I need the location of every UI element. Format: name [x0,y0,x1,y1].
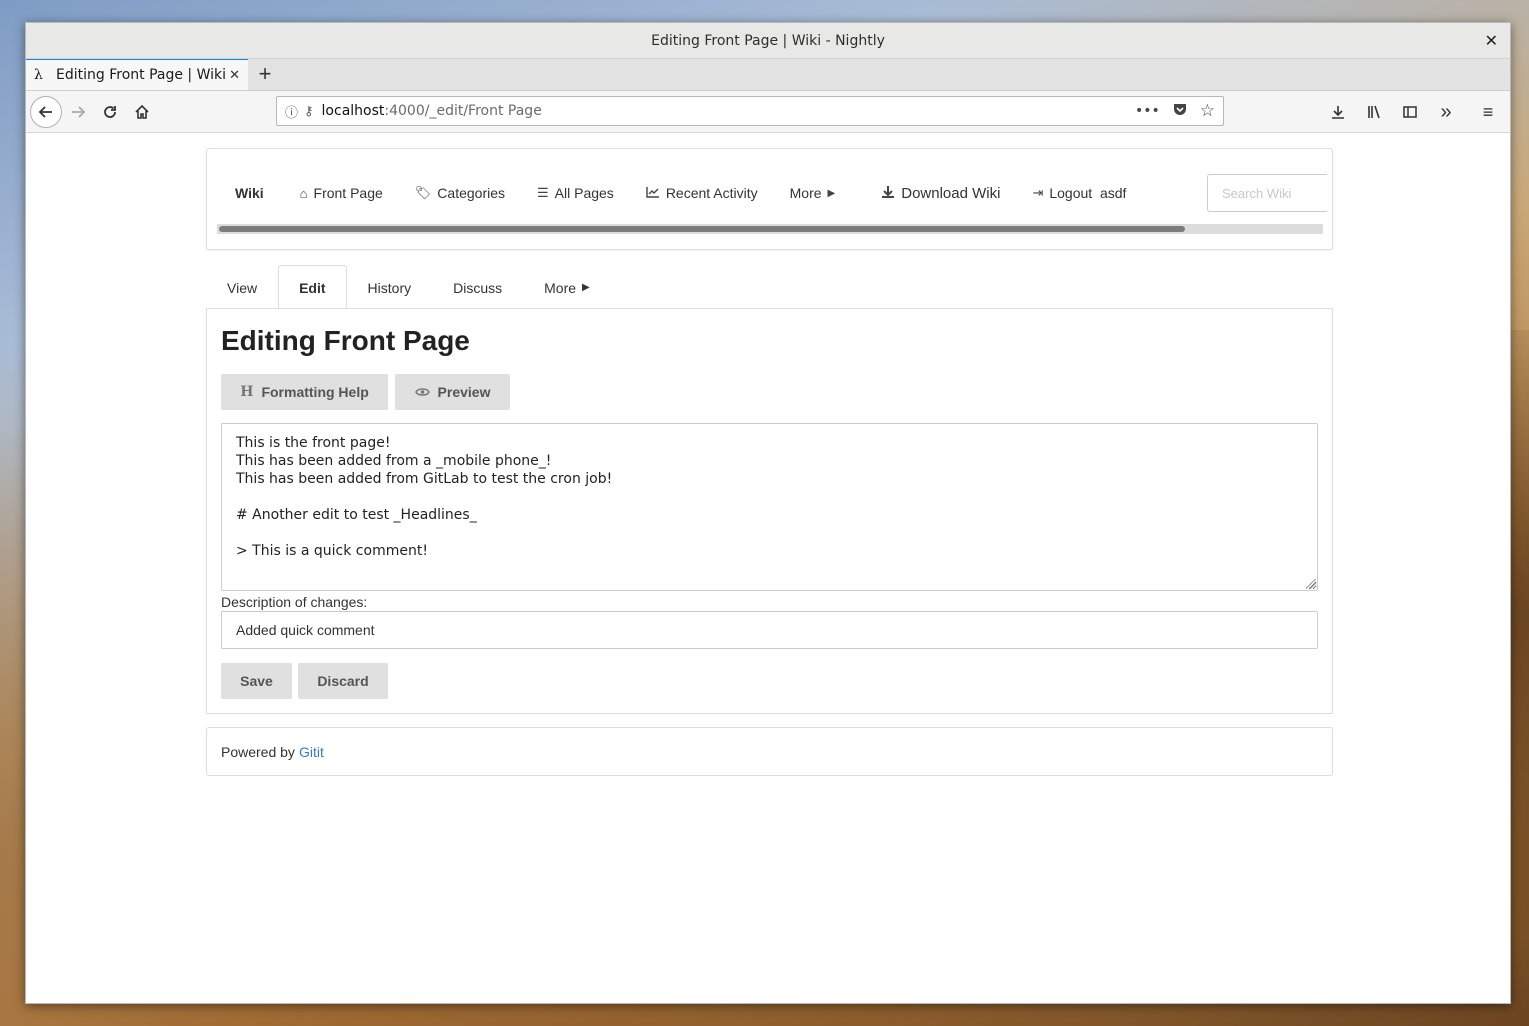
nav-recent-activity-label: Recent Activity [665,185,758,201]
description-label: Description of changes: [221,594,368,610]
library-icon[interactable] [1358,96,1390,128]
nav-front-page-label: Front Page [313,185,383,201]
list-icon: ☰ [537,185,549,200]
back-arrow-icon[interactable] [30,95,62,128]
sidebar-icon[interactable] [1394,96,1426,128]
eye-icon [414,384,430,400]
address-bar[interactable]: ⓘ ⚷ localhost:4000/_edit/Front Page ••• … [276,96,1224,126]
logout-icon: ⇥ [1032,185,1044,200]
heading-icon: H [240,384,254,400]
reload-icon[interactable] [94,96,126,128]
tags-icon: 🏷 [414,185,432,200]
nav-all-pages-label: All Pages [554,185,614,201]
description-value: Added quick comment [236,622,375,638]
download-icon [881,185,895,202]
bookmark-star-icon[interactable]: ☆ [1200,101,1215,121]
search-placeholder: Search Wiki [1222,185,1292,201]
hamburger-menu-icon[interactable]: ≡ [1472,96,1504,128]
info-icon[interactable]: ⓘ [285,102,298,121]
preview-button[interactable]: Preview [395,374,510,410]
preview-label: Preview [437,384,491,400]
browser-tab[interactable]: λ Editing Front Page | Wiki ✕ [26,58,248,90]
page-tabs: View Edit History Discuss More ▶ [206,264,611,310]
footer-prefix: Powered by [221,743,295,760]
textarea-resize-handle[interactable] [1306,579,1316,589]
tab-close-icon[interactable]: ✕ [229,68,240,83]
tab-view[interactable]: View [206,265,278,309]
forward-arrow-icon[interactable] [62,96,94,128]
gitit-link[interactable]: Gitit [299,744,324,760]
caret-right-icon: ▶ [582,282,590,293]
discard-button[interactable]: Discard [298,663,388,699]
downloads-icon[interactable] [1322,96,1354,128]
tab-edit[interactable]: Edit [278,265,347,310]
nav-more-label: More [789,185,822,201]
key-icon: ⚷ [304,103,314,119]
formatting-help-label: Formatting Help [261,384,369,400]
navbar-horizontal-scrollbar[interactable] [217,224,1323,234]
save-button[interactable]: Save [221,663,292,699]
nav-front-page[interactable]: ⌂ Front Page [284,185,399,201]
browser-window: Editing Front Page | Wiki - Nightly ✕ λ … [25,22,1511,1004]
search-input[interactable]: Search Wiki [1207,174,1327,212]
chart-icon [646,186,660,201]
page-content-textarea[interactable]: This is the front page! This has been ad… [221,423,1318,591]
home-icon[interactable] [126,96,158,128]
wiki-navbar: Wiki ⌂ Front Page 🏷 Categories ☰ All Pag… [206,148,1333,250]
description-input[interactable]: Added quick comment [221,611,1318,649]
window-titlebar: Editing Front Page | Wiki - Nightly ✕ [26,23,1510,59]
page-title: Editing Front Page [221,325,470,356]
wiki-brand-link[interactable]: Wiki [219,185,284,201]
window-close-icon[interactable]: ✕ [1485,31,1498,50]
tab-more[interactable]: More ▶ [523,265,611,309]
scrollbar-thumb[interactable] [219,226,1185,232]
home-icon: ⌂ [299,185,308,201]
nav-download-wiki[interactable]: Download Wiki [865,185,1016,202]
nav-all-pages[interactable]: ☰ All Pages [521,185,630,201]
new-tab-icon[interactable]: + [248,58,282,90]
window-title: Editing Front Page | Wiki - Nightly [651,32,885,49]
page-content: Wiki ⌂ Front Page 🏷 Categories ☰ All Pag… [26,134,1510,1003]
edit-panel: Editing Front Page H Formatting Help Pre… [206,308,1333,714]
pocket-icon[interactable] [1172,101,1188,121]
url-host: localhost [321,103,385,119]
lambda-favicon-icon: λ [34,67,43,83]
tab-discuss[interactable]: Discuss [432,265,523,309]
page-footer: Powered by Gitit [206,727,1333,776]
nav-more-dropdown[interactable]: More ▶ [774,185,852,201]
tab-history[interactable]: History [347,265,433,309]
nav-categories-label: Categories [437,185,505,201]
tab-strip: λ Editing Front Page | Wiki ✕ + [26,58,1510,91]
nav-categories[interactable]: 🏷 Categories [399,185,521,201]
page-actions-icon[interactable]: ••• [1135,103,1160,119]
nav-logout-label: Logout asdf [1049,185,1127,201]
tab-title: Editing Front Page | Wiki [56,67,227,83]
caret-right-icon: ▶ [827,187,836,199]
formatting-help-button[interactable]: H Formatting Help [221,374,388,410]
url-path: :4000/_edit/Front Page [384,103,542,119]
nav-recent-activity[interactable]: Recent Activity [630,185,774,201]
nav-download-wiki-label: Download Wiki [901,184,1001,202]
tab-more-label: More [544,279,577,296]
browser-toolbar: ⓘ ⚷ localhost:4000/_edit/Front Page ••• … [26,91,1510,133]
nav-logout[interactable]: ⇥ Logout asdf [1016,185,1142,201]
overflow-chevrons-icon[interactable]: » [1430,96,1462,128]
